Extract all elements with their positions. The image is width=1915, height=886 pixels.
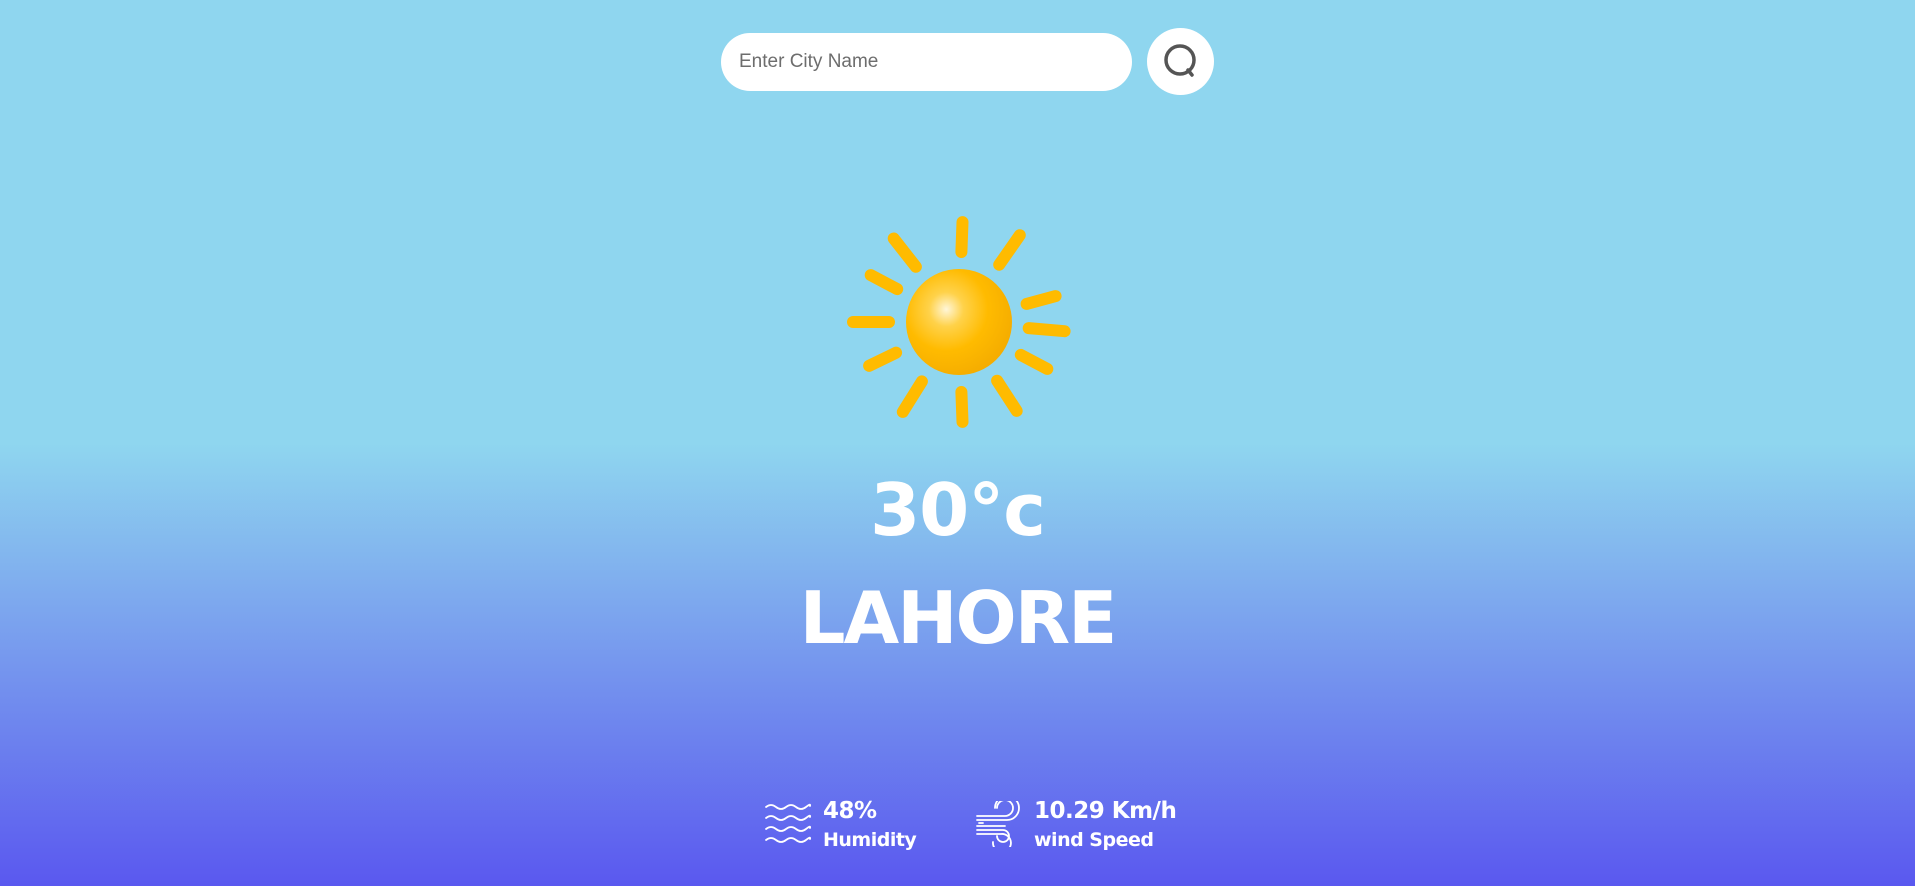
city-name: LAHORE xyxy=(799,576,1118,660)
sun-ray xyxy=(955,216,969,258)
sun-ray xyxy=(1022,322,1071,338)
humidity-value: 48% xyxy=(823,798,877,824)
search-bar xyxy=(0,0,1915,100)
humidity-detail: 48% Humidity xyxy=(763,795,917,853)
wind-detail: 10.29 Km/h wind Speed xyxy=(974,795,1177,853)
wind-icon xyxy=(974,799,1024,849)
sun-icon xyxy=(839,205,1079,435)
sun-ray xyxy=(1014,348,1054,375)
humidity-label: Humidity xyxy=(823,829,917,851)
sun-ray xyxy=(864,269,904,296)
weather-details: 48% Humidity 10.29 Km/h wind Speed xyxy=(0,795,1915,865)
sun-ray xyxy=(991,374,1023,417)
sun-ray xyxy=(896,375,928,418)
sun-ray xyxy=(955,386,969,428)
search-button[interactable] xyxy=(1147,28,1214,95)
sun-ray xyxy=(887,232,922,273)
humidity-icon xyxy=(763,799,813,849)
search-icon xyxy=(1163,43,1196,77)
sun-ray xyxy=(1020,290,1062,310)
temperature-value: 30°c xyxy=(870,468,1046,552)
humidity-texts: 48% Humidity xyxy=(823,795,917,853)
city-search-input[interactable] xyxy=(721,33,1132,91)
wind-texts: 10.29 Km/h wind Speed xyxy=(1034,795,1177,853)
wind-value: 10.29 Km/h xyxy=(1034,798,1177,824)
sun-ray xyxy=(993,229,1026,271)
wind-label: wind Speed xyxy=(1034,829,1154,851)
sun-ray xyxy=(863,346,903,372)
